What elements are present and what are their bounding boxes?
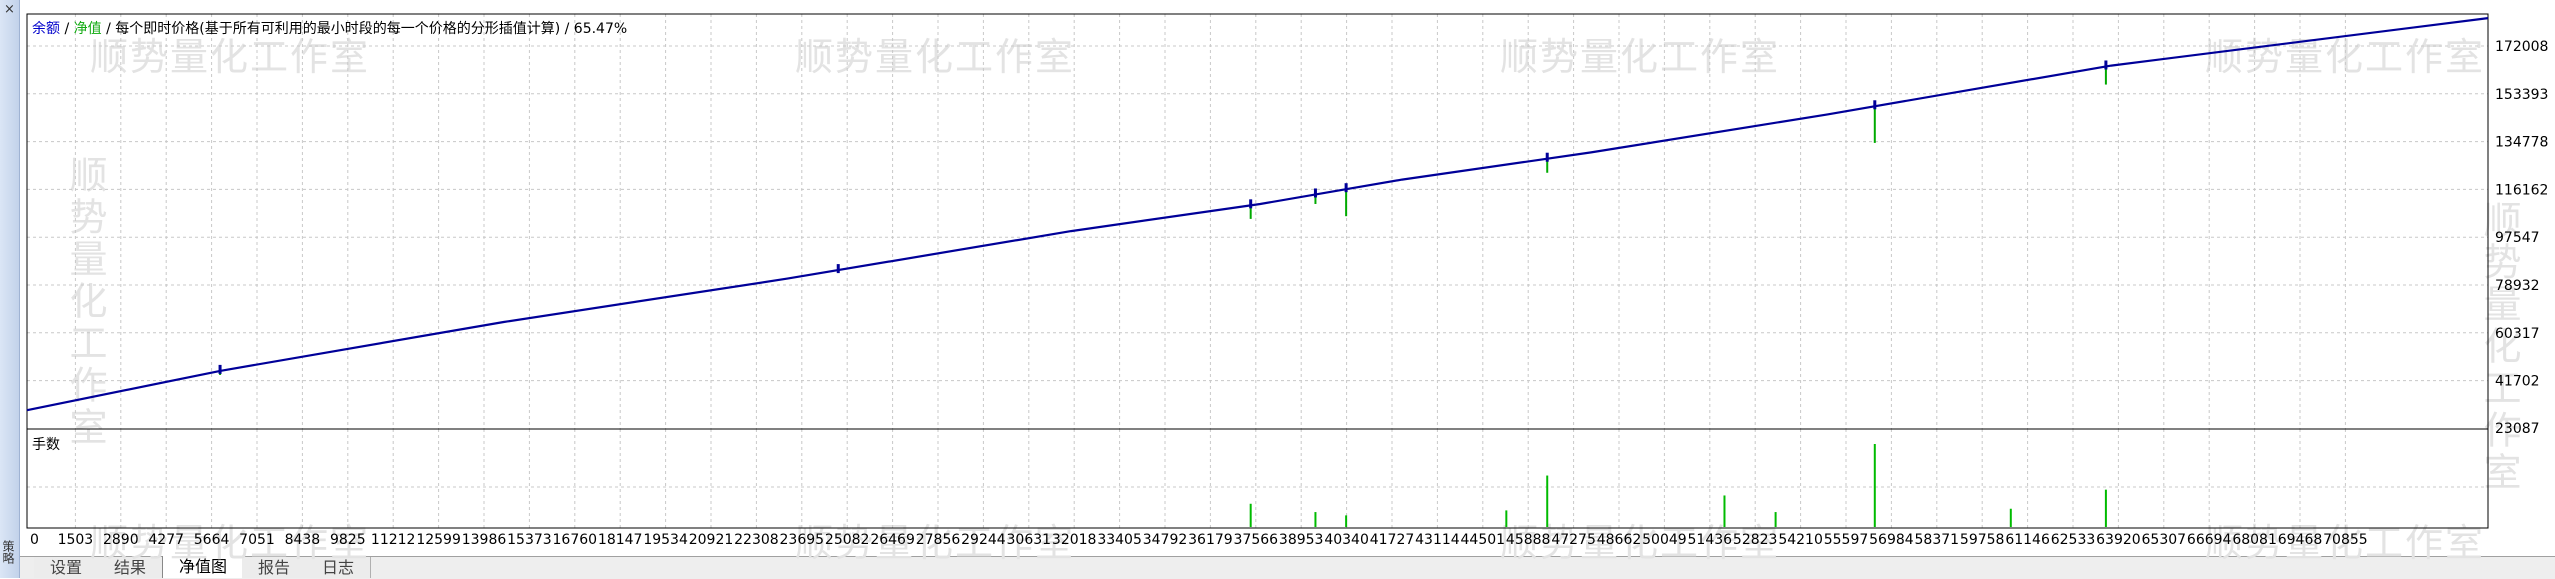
x-tick-label: 38953 [1279, 532, 1324, 548]
x-tick-label: 9825 [330, 532, 366, 548]
x-tick-label: 16760 [553, 532, 598, 548]
x-tick-label: 30631 [1007, 532, 1052, 548]
x-tick-label: 61146 [2005, 532, 2050, 548]
y-tick-label: 116162 [2495, 182, 2548, 198]
x-tick-label: 69468 [2278, 532, 2323, 548]
x-tick-label: 22308 [734, 532, 779, 548]
x-tick-label: 27856 [916, 532, 961, 548]
x-tick-label: 12599 [416, 532, 461, 548]
x-tick-label: 58371 [1915, 532, 1960, 548]
tab-bar: 设置 结果 净值图 报告 日志 [20, 556, 2555, 579]
x-tick-label: 52823 [1733, 532, 1778, 548]
x-tick-label: 11212 [371, 532, 416, 548]
x-tick-label: 62533 [2051, 532, 2096, 548]
x-axis-ticks: 0 1503 2890 4277 5664 7051 8438 9825 11212 12599 1… [30, 532, 2368, 548]
volume-panel-label: 手数 [32, 437, 60, 453]
y-tick-label: 172008 [2495, 39, 2548, 55]
y-tick-label: 23087 [2495, 421, 2540, 437]
x-tick-label: 55597 [1824, 532, 1869, 548]
title-balance-label: 余额 [32, 21, 60, 37]
y-tick-label: 134778 [2495, 135, 2548, 151]
y-tick-label: 97547 [2495, 230, 2540, 246]
x-tick-label: 20921 [689, 532, 734, 548]
equity-chart: 172008 153393 134778 116162 97547 78932 60317 4… [26, 13, 2548, 548]
x-tick-label: 40340 [1324, 532, 1369, 548]
x-tick-label: 43114 [1415, 532, 1460, 548]
x-tick-label: 26469 [870, 532, 915, 548]
y-tick-label: 78932 [2495, 278, 2540, 294]
x-tick-label: 41727 [1370, 532, 1415, 548]
x-tick-label: 13986 [462, 532, 507, 548]
x-tick-label: 66694 [2187, 532, 2232, 548]
x-tick-label: 29244 [961, 532, 1006, 548]
y-tick-label: 153393 [2495, 87, 2548, 103]
title-description: / 每个即时价格(基于所有可利用的最小时段的每一个价格的分形插值计算) / 65… [101, 21, 628, 37]
x-tick-label: 34792 [1143, 532, 1188, 548]
x-tick-label: 63920 [2096, 532, 2141, 548]
x-tick-label: 32018 [1052, 532, 1097, 548]
x-tick-label: 15373 [507, 532, 552, 548]
x-tick-label: 23695 [780, 532, 825, 548]
x-tick-label: 18147 [598, 532, 643, 548]
x-tick-label: 51436 [1688, 532, 1733, 548]
x-tick-label: 65307 [2142, 532, 2187, 548]
x-tick-label: 56984 [1869, 532, 1914, 548]
title-separator: / [60, 21, 74, 37]
x-tick-label: 8438 [285, 532, 321, 548]
grid-layer [27, 14, 2488, 528]
x-tick-label: 36179 [1188, 532, 1233, 548]
x-tick-label: 1503 [58, 532, 94, 548]
x-tick-label: 19534 [643, 532, 688, 548]
x-tick-label: 5664 [194, 532, 230, 548]
y-axis-ticks: 172008 153393 134778 116162 97547 78932 60317 4… [2495, 39, 2548, 437]
x-tick-label: 45888 [1506, 532, 1551, 548]
x-tick-label: 0 [30, 532, 39, 548]
x-tick-label: 25082 [825, 532, 870, 548]
title-equity-label: 净值 [73, 21, 102, 37]
x-tick-label: 7051 [239, 532, 275, 548]
x-tick-label: 68081 [2232, 532, 2277, 548]
x-tick-label: 47275 [1551, 532, 1596, 548]
volume-layer [1249, 444, 2107, 527]
x-tick-label: 44501 [1461, 532, 1506, 548]
y-tick-label: 41702 [2495, 374, 2540, 390]
x-tick-label: 70855 [2323, 532, 2368, 548]
y-tick-label: 60317 [2495, 326, 2540, 342]
x-tick-label: 59758 [1960, 532, 2005, 548]
x-tick-label: 48662 [1597, 532, 1642, 548]
x-tick-label: 37566 [1234, 532, 1279, 548]
x-tick-label: 50049 [1642, 532, 1687, 548]
x-tick-label: 54210 [1778, 532, 1823, 548]
chart-title: 余额 / 净值 / 每个即时价格(基于所有可利用的最小时段的每一个价格的分形插值… [32, 18, 627, 38]
x-tick-label: 4277 [148, 532, 184, 548]
x-tick-label: 33405 [1097, 532, 1142, 548]
x-tick-label: 2890 [103, 532, 139, 548]
